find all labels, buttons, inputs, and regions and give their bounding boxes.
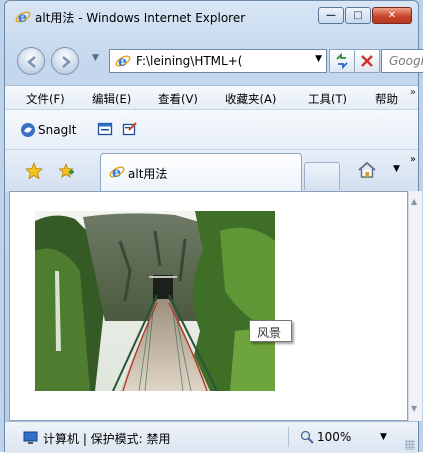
menu-favorites[interactable]: 收藏夹(A): [225, 91, 276, 107]
zoom-level[interactable]: 100%: [317, 430, 351, 444]
forward-arrow-icon: [62, 56, 71, 68]
search-input[interactable]: Google: [389, 54, 423, 68]
window-frame: e alt用法 - Windows Internet Explorer — □ …: [4, 0, 423, 453]
capture-edit-icon[interactable]: [122, 121, 138, 137]
status-divider: [288, 427, 289, 447]
links-bar: SnagIt: [5, 109, 418, 150]
capture-window-icon[interactable]: [97, 121, 113, 137]
computer-icon: [23, 431, 38, 444]
magnifier-icon[interactable]: [300, 430, 314, 444]
recent-pages-dropdown-icon[interactable]: ▼: [92, 53, 99, 63]
address-input[interactable]: F:\leining\HTML+(: [136, 54, 296, 68]
stop-icon: [361, 55, 373, 67]
snagit-button[interactable]: SnagIt: [38, 123, 76, 137]
back-button[interactable]: [17, 47, 45, 75]
menu-overflow-icon[interactable]: »: [410, 87, 416, 98]
svg-text:e: e: [112, 165, 121, 180]
close-icon: ✕: [387, 10, 397, 21]
menu-help[interactable]: 帮助: [375, 91, 403, 107]
menu-view[interactable]: 查看(V): [158, 91, 198, 107]
stop-button[interactable]: [354, 49, 380, 73]
scroll-up-icon[interactable]: ▲: [411, 197, 417, 206]
tab-bar: e alt用法 ▼ »: [5, 149, 418, 192]
resize-grip[interactable]: [405, 440, 415, 450]
browser-window: e alt用法 - Windows Internet Explorer — □ …: [0, 0, 423, 453]
status-bar: 计算机 | 保护模式: 禁用 100% ▼: [5, 421, 418, 453]
page-icon: e: [115, 54, 131, 69]
scroll-down-icon[interactable]: ▼: [411, 404, 417, 413]
svg-text:e: e: [118, 54, 127, 69]
svg-text:e: e: [18, 10, 27, 25]
image-alt-tooltip: 风景: [249, 320, 292, 342]
menu-edit[interactable]: 编辑(E): [92, 91, 131, 107]
window-title: alt用法 - Windows Internet Explorer: [35, 11, 246, 25]
menu-bar: 文件(F) 编辑(E) 查看(V) 收藏夹(A) 工具(T) 帮助 »: [5, 85, 418, 110]
menu-file[interactable]: 文件(F): [26, 91, 65, 107]
maximize-button[interactable]: □: [345, 7, 371, 24]
page-content: 风景: [9, 191, 408, 421]
refresh-icon: [336, 53, 348, 69]
page-icon: e: [109, 165, 125, 180]
home-dropdown-icon[interactable]: ▼: [393, 164, 400, 174]
tooltip-text: 风景: [257, 326, 282, 340]
menu-tools[interactable]: 工具(T): [308, 91, 347, 107]
tab-active[interactable]: e alt用法: [100, 153, 302, 191]
address-dropdown-icon[interactable]: ▼: [315, 54, 322, 64]
navigation-bar: ▼ e F:\leining\HTML+( ▼ Google: [11, 45, 423, 77]
tab-title: alt用法: [128, 167, 168, 181]
back-arrow-icon: [27, 56, 36, 68]
search-box[interactable]: Google: [381, 49, 423, 73]
snagit-icon[interactable]: [20, 122, 36, 138]
status-text: 计算机 | 保护模式: 禁用: [43, 432, 171, 446]
minimize-icon: —: [326, 10, 336, 21]
title-bar[interactable]: e alt用法 - Windows Internet Explorer — □ …: [5, 1, 418, 41]
landscape-image: [35, 211, 275, 391]
minimize-button[interactable]: —: [318, 7, 344, 24]
refresh-button[interactable]: [329, 49, 355, 73]
address-bar[interactable]: e F:\leining\HTML+( ▼: [109, 49, 327, 73]
new-tab-button[interactable]: [304, 162, 340, 190]
forward-button[interactable]: [51, 47, 79, 75]
maximize-icon: □: [353, 10, 363, 21]
toolbar-overflow-icon[interactable]: »: [410, 154, 416, 165]
zoom-dropdown-icon[interactable]: ▼: [380, 432, 387, 442]
star-icon[interactable]: [25, 162, 43, 180]
ie-logo-icon: e: [15, 10, 31, 25]
caption-buttons: — □ ✕: [317, 7, 412, 25]
add-favorite-icon[interactable]: [57, 162, 75, 180]
vertical-scrollbar[interactable]: ▲ ▼: [408, 191, 422, 421]
home-icon[interactable]: [357, 160, 377, 180]
close-button[interactable]: ✕: [372, 7, 412, 24]
